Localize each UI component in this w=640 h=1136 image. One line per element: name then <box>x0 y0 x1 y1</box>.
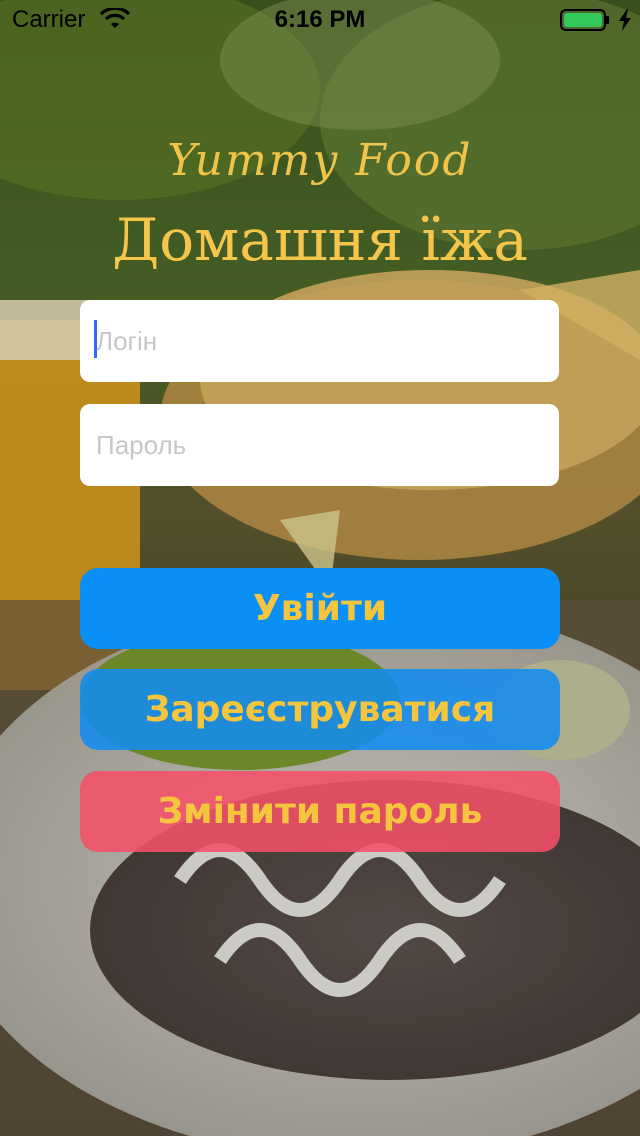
page-title: Домашня їжа <box>112 206 528 274</box>
password-input[interactable] <box>94 428 559 462</box>
password-field[interactable] <box>80 404 559 486</box>
change-password-button[interactable]: Змінити пароль <box>80 771 560 852</box>
login-button[interactable]: Увійти <box>80 568 560 649</box>
brand-logo: Yummy Food <box>167 135 473 186</box>
battery-icon <box>560 9 610 35</box>
status-bar: Carrier 6:16 PM <box>0 0 640 40</box>
register-button[interactable]: Зареєструватися <box>80 669 560 750</box>
text-cursor <box>94 320 97 358</box>
charge-icon <box>618 9 632 35</box>
login-field[interactable] <box>80 300 559 382</box>
login-input[interactable] <box>94 324 559 358</box>
status-time: 6:16 PM <box>274 6 366 33</box>
